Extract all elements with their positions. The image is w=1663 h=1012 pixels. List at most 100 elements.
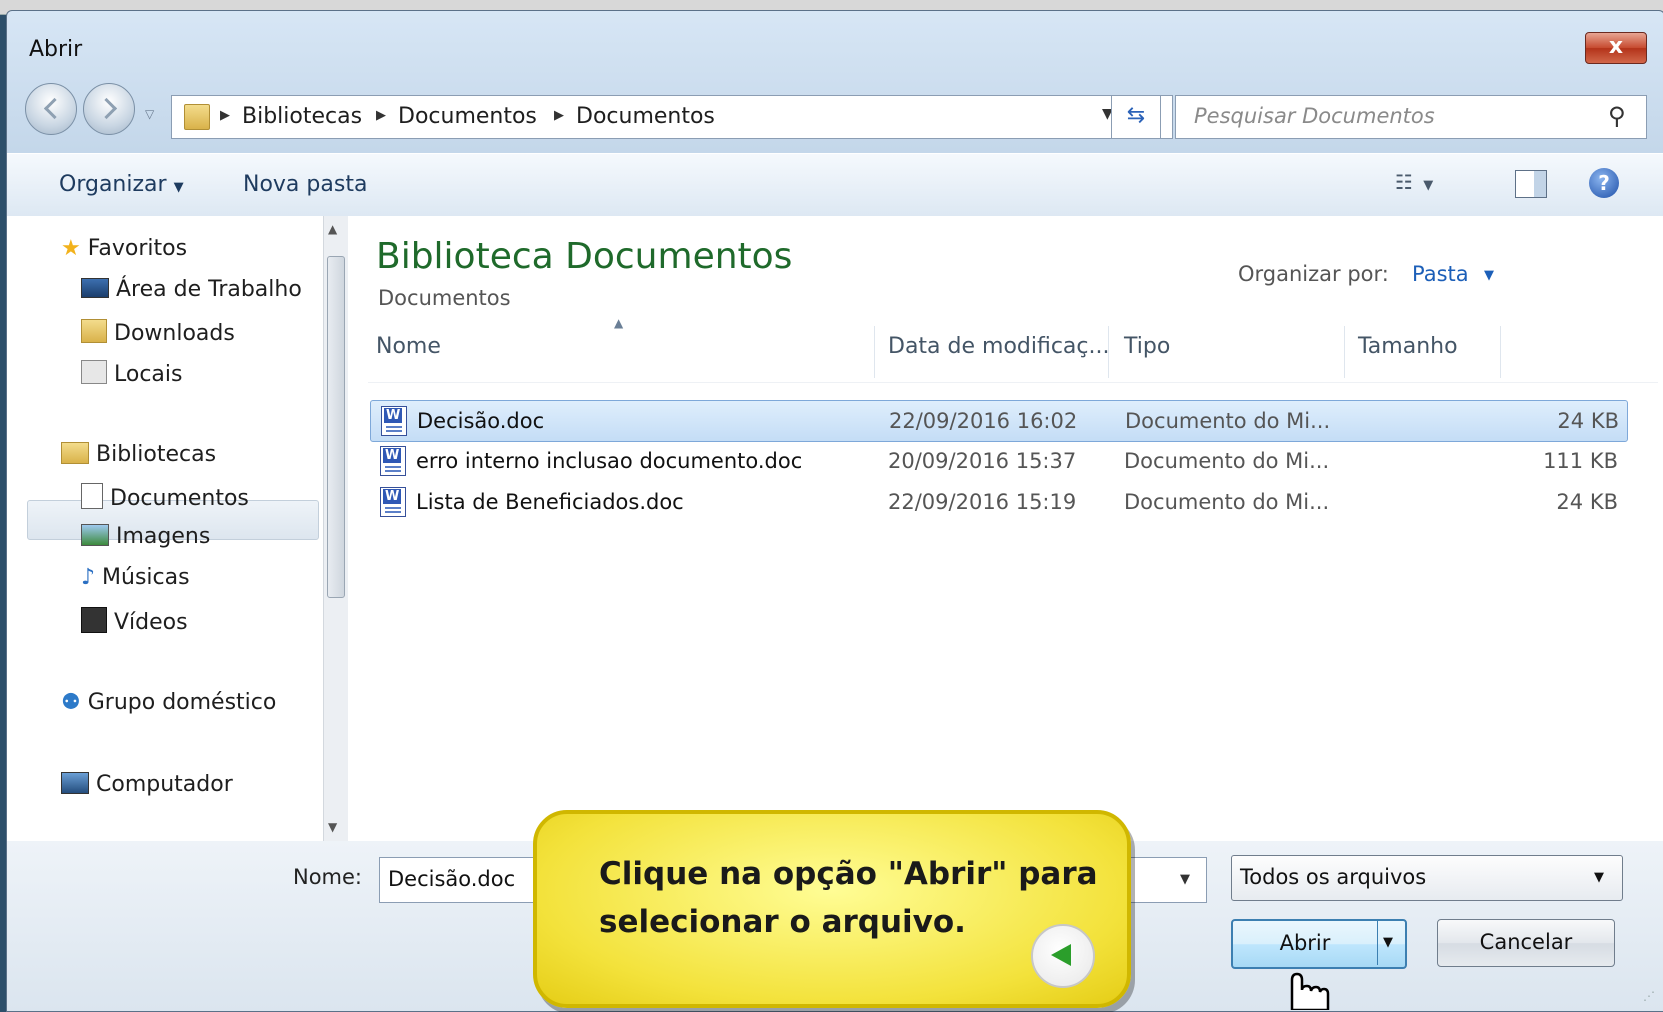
search-box[interactable]: Pesquisar Documentos ⚲ xyxy=(1175,95,1647,139)
pictures-icon xyxy=(81,524,109,546)
command-bar: Organizar ▼ Nova pasta ☷ ▼ ? xyxy=(7,153,1663,217)
nav-area-de-trabalho[interactable]: Área de Trabalho xyxy=(81,277,302,302)
recent-locations-chevron-icon[interactable]: ▽ xyxy=(145,107,154,121)
organize-menu-button[interactable]: Organizar ▼ xyxy=(59,172,184,197)
file-date: 22/09/2016 15:19 xyxy=(888,490,1077,514)
column-divider[interactable] xyxy=(1108,326,1109,378)
nav-label: Locais xyxy=(114,362,183,387)
help-icon[interactable]: ? xyxy=(1589,168,1619,198)
column-header-type[interactable]: Tipo xyxy=(1124,334,1170,359)
table-row[interactable]: erro interno inclusao documento.doc 20/0… xyxy=(370,441,1626,481)
preview-pane-icon[interactable] xyxy=(1515,170,1547,198)
computer-icon xyxy=(61,772,89,794)
arrange-by-label: Organizar por: xyxy=(1238,262,1389,286)
back-arrow-icon[interactable] xyxy=(1031,924,1095,988)
file-list-pane: Biblioteca Documentos Documentos Organiz… xyxy=(348,216,1663,841)
resize-grip-icon[interactable]: ⋰ xyxy=(1643,989,1655,1003)
libraries-icon xyxy=(61,442,89,464)
new-folder-button[interactable]: Nova pasta xyxy=(243,172,367,197)
open-button[interactable]: Abrir ▼ xyxy=(1231,919,1407,969)
organize-label: Organizar xyxy=(59,172,167,197)
scroll-up-icon[interactable]: ▲ xyxy=(328,222,337,236)
navigation-scrollbar[interactable]: ▲ ▼ xyxy=(323,216,348,841)
column-divider[interactable] xyxy=(1500,326,1501,378)
music-note-icon: ♪ xyxy=(81,565,96,590)
callout-text: Clique na opção "Abrir" para selecionar … xyxy=(599,856,1098,940)
scroll-thumb[interactable] xyxy=(327,256,345,598)
desktop-icon xyxy=(81,278,109,298)
nav-label: Computador xyxy=(96,772,233,797)
file-name: Lista de Beneficiados.doc xyxy=(416,490,684,514)
close-button[interactable]: x xyxy=(1585,32,1647,64)
nav-imagens[interactable]: Imagens xyxy=(81,524,210,549)
nav-computador[interactable]: Computador xyxy=(61,772,233,797)
address-bar[interactable]: ▶ Bibliotecas ▶ Documentos ▶ Documentos … xyxy=(171,95,1173,139)
hand-cursor-icon xyxy=(1290,972,1330,1010)
file-size: 24 KB xyxy=(1557,409,1619,433)
chevron-down-icon[interactable]: ▼ xyxy=(1383,921,1393,965)
chevron-down-icon: ▼ xyxy=(173,180,184,195)
word-document-icon xyxy=(380,487,406,517)
nav-downloads[interactable]: Downloads xyxy=(81,319,235,346)
breadcrumb-bibliotecas[interactable]: Bibliotecas xyxy=(242,104,362,129)
documents-icon xyxy=(81,483,103,509)
file-size: 24 KB xyxy=(1556,490,1618,514)
column-header-date[interactable]: Data de modificaç... xyxy=(888,334,1110,359)
back-button[interactable] xyxy=(25,83,77,135)
file-name-label: Nome: xyxy=(293,865,363,889)
file-date: 20/09/2016 15:37 xyxy=(888,449,1077,473)
word-document-icon xyxy=(381,406,407,436)
nav-locais[interactable]: Locais xyxy=(81,360,182,387)
chevron-down-icon[interactable]: ▼ xyxy=(1180,872,1190,887)
nav-musicas[interactable]: ♪ Músicas xyxy=(81,565,190,590)
table-row[interactable]: Lista de Beneficiados.doc 22/09/2016 15:… xyxy=(370,482,1626,522)
file-type-filter-select[interactable]: Todos os arquivos ▼ xyxy=(1231,855,1623,901)
film-icon xyxy=(81,607,107,633)
nav-label: Grupo doméstico xyxy=(87,690,277,715)
breadcrumb-arrow-icon[interactable]: ▶ xyxy=(554,108,564,123)
refresh-icon[interactable]: ⇆ xyxy=(1111,95,1161,139)
scroll-down-icon[interactable]: ▼ xyxy=(328,820,337,834)
nav-bibliotecas[interactable]: Bibliotecas xyxy=(61,442,216,467)
column-header-name[interactable]: Nome xyxy=(376,334,441,359)
file-type-filter-value: Todos os arquivos xyxy=(1240,865,1427,889)
star-icon: ★ xyxy=(61,236,81,261)
downloads-folder-icon xyxy=(81,319,107,343)
tutorial-callout: Clique na opção "Abrir" para selecionar … xyxy=(533,810,1131,1008)
change-view-icon[interactable]: ☷ ▼ xyxy=(1395,170,1435,194)
nav-grupo-domestico[interactable]: ⚉ Grupo doméstico xyxy=(61,690,276,715)
chevron-down-icon[interactable]: ▼ xyxy=(1484,268,1494,283)
word-document-icon xyxy=(380,446,406,476)
library-folder-icon xyxy=(184,104,210,130)
breadcrumb-arrow-icon[interactable]: ▶ xyxy=(376,108,386,123)
nav-label: Vídeos xyxy=(114,610,188,635)
nav-favoritos[interactable]: ★ Favoritos xyxy=(61,236,187,261)
nav-label: Favoritos xyxy=(87,236,188,261)
column-divider[interactable] xyxy=(1344,326,1345,378)
file-name: erro interno inclusao documento.doc xyxy=(416,449,803,473)
table-row[interactable]: Decisão.doc 22/09/2016 16:02 Documento d… xyxy=(370,400,1628,442)
forward-button[interactable] xyxy=(83,83,135,135)
search-input[interactable]: Pesquisar Documentos xyxy=(1194,104,1435,128)
column-divider[interactable] xyxy=(874,326,875,378)
chevron-down-icon[interactable]: ▼ xyxy=(1594,870,1604,885)
column-header-size[interactable]: Tamanho xyxy=(1358,334,1458,359)
nav-videos[interactable]: Vídeos xyxy=(81,607,188,635)
breadcrumb-documentos[interactable]: Documentos xyxy=(398,104,537,129)
file-type: Documento do Mi... xyxy=(1124,449,1330,473)
file-date: 22/09/2016 16:02 xyxy=(889,409,1078,433)
arrange-by-dropdown[interactable]: Pasta xyxy=(1412,262,1469,286)
nav-documentos[interactable]: Documentos xyxy=(81,483,249,511)
breadcrumb-arrow-icon[interactable]: ▶ xyxy=(220,108,230,123)
file-name-value: Decisão.doc xyxy=(388,867,516,891)
recent-places-icon xyxy=(81,360,107,384)
nav-label: Músicas xyxy=(102,565,190,590)
window-title: Abrir xyxy=(29,37,83,62)
split-divider xyxy=(1377,921,1378,965)
library-title: Biblioteca Documentos xyxy=(376,236,793,277)
nav-label: Área de Trabalho xyxy=(116,277,302,302)
breadcrumb-documentos-current[interactable]: Documentos xyxy=(576,104,715,129)
search-icon[interactable]: ⚲ xyxy=(1608,102,1626,130)
cancel-button[interactable]: Cancelar xyxy=(1437,919,1615,967)
file-type: Documento do Mi... xyxy=(1124,490,1330,514)
